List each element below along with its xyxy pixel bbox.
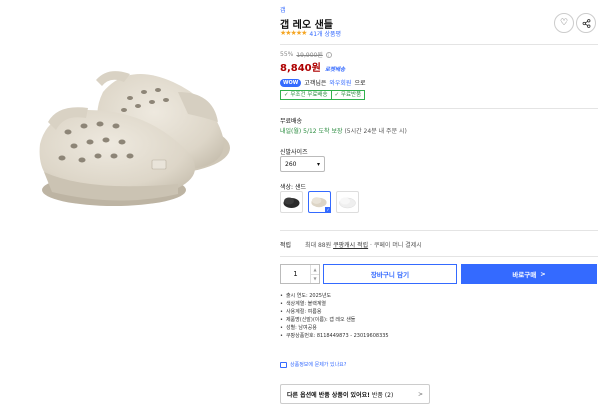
brand-link[interactable]: 갭 [280,5,286,14]
quantity-value[interactable]: 1 [281,265,310,283]
cash-condition: · 쿠페이 머니 결제시 [370,242,422,249]
buy-now-button[interactable]: 바로구매 > [461,264,597,284]
spec-item: 색상계열: 블랙계열 [280,300,389,308]
color-label: 색상: 샌드 [280,184,307,191]
heart-icon: ♡ [559,18,569,28]
chevron-right-icon: > [417,390,423,398]
chevron-right-icon: > [540,270,546,278]
size-label: 신발사이즈 [280,149,308,156]
rocket-delivery-badge: 로켓배송 [324,67,346,73]
discount-row: 55% 19,900원 i [280,50,332,59]
report-icon [280,361,287,368]
shipping-label: 무료배송 [280,118,303,125]
decrement-icon[interactable]: ▼ [311,273,319,284]
quantity-stepper[interactable]: 1 ▲ ▼ [280,264,320,284]
delivery-condition: (5시간 24분 내 주문 시) [344,128,407,135]
free-return-badge: ✓ 무료반품 [331,90,366,100]
wishlist-button[interactable]: ♡ [554,13,574,33]
add-to-cart-button[interactable]: 장바구니 담기 [323,264,457,284]
chevron-down-icon: ▾ [316,160,320,168]
wow-text-suffix: 으로 [354,80,366,87]
cash-max: 최대 88원 [305,242,332,249]
spec-item: 성별: 남여공용 [280,324,389,332]
wow-row: WOW 고객님은 와우회원 으로 [280,78,366,87]
product-specs: 출시 연도: 2025년도 색상계열: 블랙계열 사용계절: 여름용 제품명(신… [280,292,389,340]
spec-item: 제품명(신발)(이름): 갭 레오 샌들 [280,316,389,324]
info-icon[interactable]: i [325,51,332,58]
size-select[interactable]: 260 ▾ [280,156,325,172]
divider [280,230,598,231]
wow-badge: WOW [280,78,302,87]
cash-text: 최대 88원 쿠팡캐시 적립 · 쿠페이 머니 결제시 [305,240,422,249]
free-shipping-badge: ✓ 무조건 무료배송 [280,90,332,100]
other-options-text: 다른 옵션에 반품 상품이 있어요! [287,391,370,399]
increment-icon[interactable]: ▲ [311,265,319,274]
quantity-arrows: ▲ ▼ [310,265,319,283]
benefit-badges: ✓ 무조건 무료배송 ✓ 무료반품 [280,90,366,100]
selected-check-icon: ✓ [325,207,331,213]
report-problem-link[interactable]: 상품정보에 문제가 있나요? [280,361,346,368]
share-icon [582,18,590,28]
review-count-link[interactable]: 41개 상품평 [309,29,341,38]
sale-price: 8,840원 [280,63,321,74]
delivery-date: 내일(월) 5/12 도착 보장 (5시간 24분 내 주문 시) [280,126,407,135]
buy-now-label: 바로구매 [512,271,537,279]
share-button[interactable] [576,13,596,33]
product-info-panel: 갭 갭 레오 샌들 ★★★★★ 41개 상품평 ♡ 55% 19,900원 i … [280,0,600,413]
size-value: 260 [285,160,297,168]
color-swatch-sand[interactable]: ✓ [308,191,331,213]
price-row: 8,840원 로켓배송 [280,59,345,74]
spec-item: 사용계절: 여름용 [280,308,389,316]
cash-reward-row: 적립 최대 88원 쿠팡캐시 적립 · 쿠페이 머니 결제시 [280,240,422,249]
wow-text-prefix: 고객님은 [304,80,327,87]
color-swatch-white[interactable] [336,191,359,213]
divider [280,108,598,109]
star-rating: ★★★★★ [280,29,307,37]
spec-item: 출시 연도: 2025년도 [280,292,389,300]
return-count-link[interactable]: 반품 (2) [372,390,393,399]
product-image [28,52,240,210]
coupang-cash-link[interactable]: 쿠팡캐시 적립 [333,242,368,249]
discount-rate: 55% [280,51,294,58]
spec-item: 쿠팡상품번호: 8118449873 - 23019608335 [280,332,389,340]
report-text: 상품정보에 문제가 있나요? [290,362,347,368]
cash-label: 적립 [280,242,292,249]
delivery-guarantee: 내일(월) 5/12 도착 보장 [280,128,343,135]
wow-member-link[interactable]: 와우회원 [329,78,351,87]
divider [280,44,598,45]
original-price: 19,900원 [296,52,323,59]
divider [280,256,598,257]
rating-row: ★★★★★ 41개 상품평 [280,29,341,38]
color-swatch-black[interactable] [280,191,303,213]
other-options-return-box[interactable]: 다른 옵션에 반품 상품이 있어요! 반품 (2) > [280,384,430,404]
